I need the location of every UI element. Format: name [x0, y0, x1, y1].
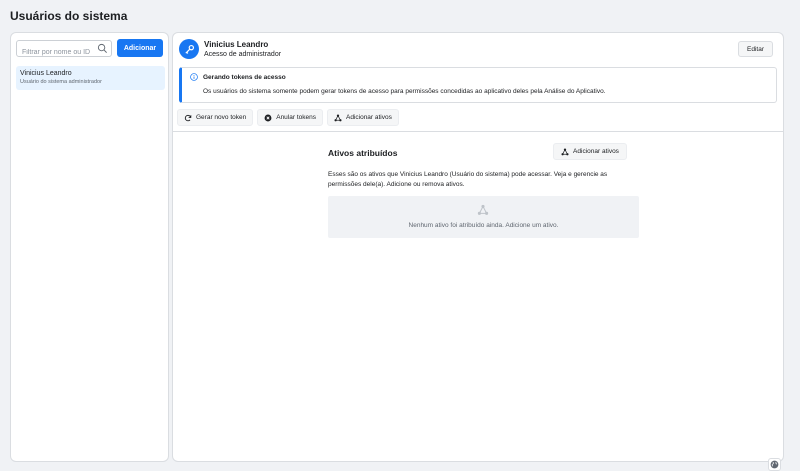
user-detail-panel: Vinicius Leandro Acesso de administrador…	[173, 33, 783, 461]
info-title: Gerando tokens de acesso	[203, 73, 286, 81]
add-assets-label: Adicionar ativos	[345, 114, 392, 121]
empty-state-text: Nenhum ativo foi atribuído ainda. Adicio…	[408, 222, 559, 229]
search-input[interactable]	[17, 44, 97, 60]
user-role: Usuário do sistema administrador	[20, 79, 102, 85]
info-icon	[190, 73, 198, 81]
assets-add-label: Adicionar ativos	[573, 148, 619, 155]
search-row: Adicionar	[16, 39, 163, 60]
close-circle-icon	[264, 114, 272, 121]
divider	[173, 131, 783, 132]
add-assets-button[interactable]: Adicionar ativos	[326, 109, 399, 126]
search-icon	[97, 43, 107, 53]
token-actions: Gerar novo token Anular tokens Adicionar…	[177, 109, 403, 126]
refresh-icon	[184, 114, 192, 121]
key-icon	[184, 44, 194, 54]
users-sidebar: Adicionar Vinicius Leandro Usuário do si…	[11, 33, 168, 461]
empty-state: Nenhum ativo foi atribuído ainda. Adicio…	[328, 196, 639, 238]
network-icon	[477, 204, 489, 215]
detail-user-role: Acesso de administrador	[204, 50, 282, 58]
revoke-tokens-button[interactable]: Anular tokens	[257, 109, 323, 126]
generate-token-label: Gerar novo token	[196, 114, 247, 121]
revoke-tokens-label: Anular tokens	[276, 114, 316, 121]
network-icon	[334, 113, 342, 121]
page-title: Usuários do sistema	[10, 9, 128, 23]
assets-description: Esses são os ativos que Vinicius Leandro…	[328, 171, 608, 188]
avatar	[179, 39, 199, 59]
network-icon	[561, 147, 569, 155]
search-box[interactable]	[16, 39, 112, 60]
add-user-button[interactable]: Adicionar	[117, 39, 163, 57]
detail-user-name: Vinicius Leandro	[204, 39, 269, 49]
generate-token-button[interactable]: Gerar novo token	[177, 109, 254, 126]
info-banner: Gerando tokens de acesso Os usuários do …	[179, 67, 777, 103]
assets-title: Ativos atribuídos	[328, 148, 398, 158]
sidebar-item-user[interactable]: Vinicius Leandro Usuário do sistema admi…	[16, 66, 165, 90]
info-body: Os usuários do sistema somente podem ger…	[203, 88, 606, 95]
globe-icon	[770, 460, 779, 469]
user-name: Vinicius Leandro	[20, 70, 72, 77]
edit-button[interactable]: Editar	[738, 41, 773, 57]
assets-add-button[interactable]: Adicionar ativos	[553, 143, 627, 160]
detail-header: Vinicius Leandro Acesso de administrador	[179, 39, 281, 59]
globe-button[interactable]	[768, 458, 781, 471]
